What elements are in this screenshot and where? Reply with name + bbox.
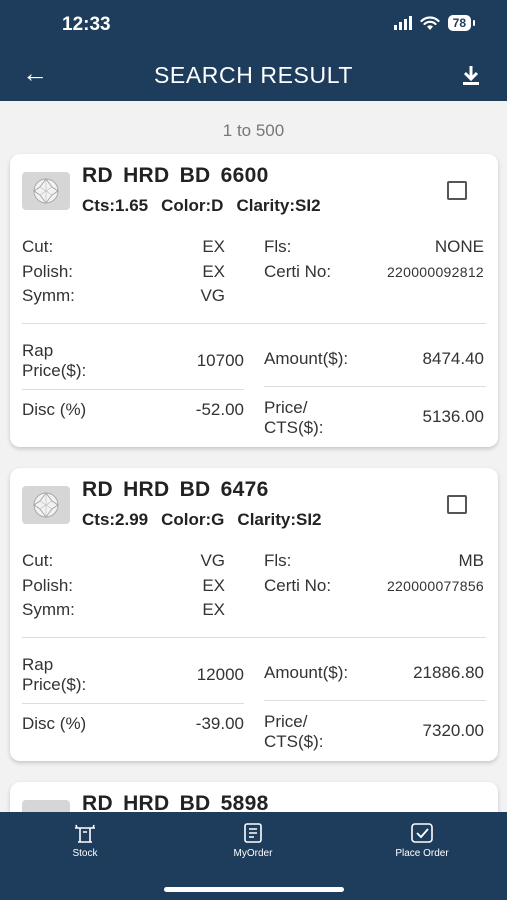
tab-label: Place Order (395, 848, 449, 859)
divider (264, 700, 486, 701)
diamond-thumbnail (22, 486, 70, 524)
certi-value: 220000092812 (386, 264, 484, 280)
diamond-thumbnail (22, 172, 70, 210)
tab-myorder[interactable]: MyOrder (203, 822, 303, 859)
polish-label: Polish: (22, 576, 74, 595)
cut-value: VG (200, 551, 225, 570)
download-icon[interactable] (461, 64, 481, 86)
tab-place-order[interactable]: Place Order (372, 822, 472, 859)
bottom-tab-bar: Stock MyOrder Place Order (0, 812, 507, 900)
price-cts-label: Price/ CTS($): (264, 398, 324, 438)
certi-label: Certi No: (264, 262, 332, 281)
select-checkbox[interactable] (447, 495, 467, 514)
stone-title: RD HRD BD 6476 (82, 478, 269, 501)
cut-label: Cut: (22, 551, 54, 570)
symm-label: Symm: (22, 600, 75, 619)
home-indicator (164, 887, 344, 892)
stone-summary: Cts:2.99 Color:G Clarity:SI2 (82, 510, 335, 530)
tab-stock[interactable]: Stock (35, 822, 135, 859)
battery-icon: 78 (447, 15, 476, 31)
stone-color: Color:G (161, 510, 225, 529)
fls-label: Fls: (264, 237, 292, 256)
divider (22, 323, 486, 324)
symm-label: Symm: (22, 286, 75, 305)
rap-price-label: Rap Price($): (22, 341, 86, 381)
symm-value: EX (202, 600, 225, 619)
ppc-label-line1: Price/ (264, 398, 308, 417)
page-title: SEARCH RESULT (153, 62, 354, 88)
divider (264, 386, 486, 387)
tab-label: MyOrder (233, 848, 273, 859)
stone-card[interactable]: RD HRD BD 6600 Cts:1.65 Color:D Clarity:SI… (10, 154, 498, 447)
place-order-icon (411, 823, 433, 843)
certi-label: Certi No: (264, 576, 332, 595)
symm-value: VG (200, 286, 225, 305)
ppc-label-line2: CTS($): (264, 732, 324, 751)
stone-card[interactable]: RD HRD BD 6476 Cts:2.99 Color:G Clarity:SI… (10, 468, 498, 761)
divider (22, 703, 244, 704)
polish-value: EX (202, 576, 225, 595)
select-checkbox[interactable] (447, 181, 467, 200)
status-time: 12:33 (62, 14, 111, 35)
myorder-icon (244, 823, 262, 843)
stone-cts: Cts:1.65 (82, 196, 149, 215)
result-range: 1 to 500 (222, 121, 285, 140)
stone-clarity: Clarity:SI2 (236, 196, 321, 215)
price-cts-label: Price/ CTS($): (264, 712, 324, 752)
amount-label: Amount($): (264, 349, 349, 368)
stone-color: Color:D (161, 196, 224, 215)
ppc-label-line2: CTS($): (264, 418, 324, 437)
divider (22, 637, 486, 638)
stone-title: RD HRD BD 6600 (82, 164, 269, 187)
disc-value: -52.00 (195, 400, 244, 419)
price-cts-value: 5136.00 (422, 407, 484, 426)
stone-summary: Cts:1.65 Color:D Clarity:SI2 (82, 196, 334, 216)
disc-label: Disc (%) (22, 400, 87, 419)
price-cts-value: 7320.00 (422, 721, 484, 740)
disc-label: Disc (%) (22, 714, 87, 733)
diamond-icon (33, 492, 59, 518)
amount-value: 21886.80 (413, 663, 484, 682)
amount-label: Amount($): (264, 663, 349, 682)
cut-label: Cut: (22, 237, 54, 256)
app-header: 12:33 78 ← SEARCH RESULT (0, 0, 507, 101)
amount-value: 8474.40 (422, 349, 484, 368)
rap-price-value: 10700 (196, 351, 244, 370)
rap-label-line1: Rap (22, 655, 54, 674)
rap-label-line2: Price($): (22, 361, 87, 380)
polish-value: EX (202, 262, 225, 281)
stone-clarity: Clarity:SI2 (237, 510, 322, 529)
tab-label: Stock (72, 848, 98, 859)
fls-value: NONE (434, 237, 484, 256)
divider (22, 389, 244, 390)
signal-icon (393, 16, 412, 30)
cut-value: EX (202, 237, 225, 256)
wifi-icon (420, 15, 440, 30)
rap-label-line1: Rap (22, 341, 54, 360)
rap-price-value: 12000 (196, 665, 244, 684)
rap-label-line2: Price($): (22, 675, 87, 694)
stock-icon (75, 824, 95, 843)
ppc-label-line1: Price/ (264, 712, 308, 731)
stone-cts: Cts:2.99 (82, 510, 149, 529)
disc-value: -39.00 (195, 714, 244, 733)
fls-label: Fls: (264, 551, 292, 570)
rap-price-label: Rap Price($): (22, 655, 86, 695)
polish-label: Polish: (22, 262, 74, 281)
status-icons: 78 (393, 15, 476, 31)
diamond-icon (33, 178, 59, 204)
certi-value: 220000077856 (386, 578, 484, 594)
fls-value: MB (458, 551, 485, 570)
